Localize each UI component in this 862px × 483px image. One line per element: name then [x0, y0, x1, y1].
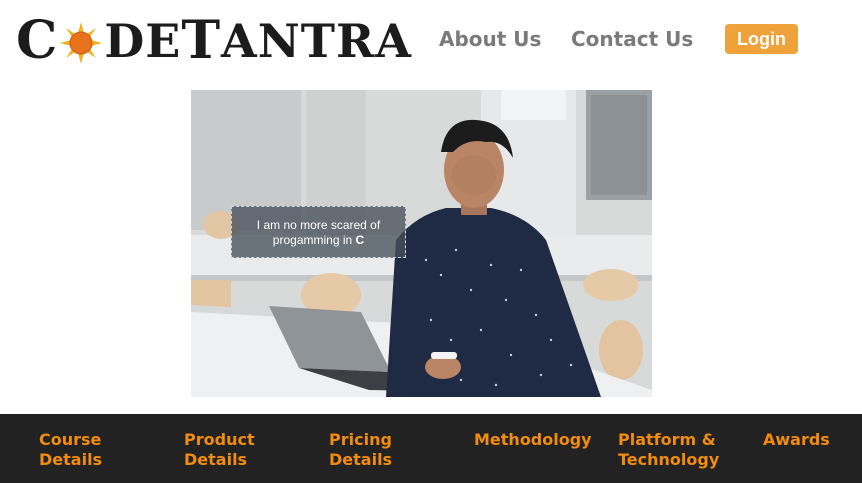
footer-item-line-2: Details — [329, 450, 393, 469]
sun-icon — [59, 21, 103, 65]
testimonial-caption: I am no more scared of progamming in C — [231, 206, 406, 258]
footer-item-line-1: Pricing — [329, 430, 392, 449]
nav-contact-us[interactable]: Contact Us — [571, 26, 693, 52]
footer-nav: Course Details Product Details Pricing D… — [0, 414, 862, 483]
footer-item-line-1: Product — [184, 430, 255, 449]
footer-pricing-details[interactable]: Pricing Details — [329, 430, 449, 470]
footer-item-line-1: Methodology — [474, 430, 592, 449]
nav-about-us[interactable]: About Us — [439, 26, 541, 52]
hero-image: I am no more scared of progamming in C — [191, 90, 652, 397]
logo-letter-t: T — [181, 10, 222, 71]
logo-letter-c: C — [16, 10, 59, 71]
logo-letters-antra: ANTRA — [221, 14, 412, 68]
footer-methodology[interactable]: Methodology — [474, 430, 604, 450]
footer-item-line-2: Details — [39, 450, 103, 469]
caption-line-2: progamming in — [272, 233, 356, 247]
site-header: C DE T ANTRA About Us Contact Us Login — [0, 0, 862, 90]
footer-item-line-1: Course — [39, 430, 102, 449]
caption-bold-c: C — [355, 233, 365, 247]
login-button[interactable]: Login — [725, 24, 798, 54]
footer-item-line-2: Details — [184, 450, 248, 469]
footer-item-line-2: Technology — [618, 450, 720, 469]
codetantra-logo[interactable]: C DE T ANTRA — [16, 10, 412, 71]
logo-letters-de: DE — [104, 14, 182, 68]
footer-platform-technology[interactable]: Platform & Technology — [618, 430, 748, 470]
footer-awards[interactable]: Awards — [763, 430, 853, 450]
footer-product-details[interactable]: Product Details — [184, 430, 304, 470]
footer-item-line-1: Awards — [763, 430, 830, 449]
footer-course-details[interactable]: Course Details — [39, 430, 159, 470]
caption-line-1: I am no more scared of — [256, 218, 381, 232]
footer-item-line-1: Platform & — [618, 430, 716, 449]
